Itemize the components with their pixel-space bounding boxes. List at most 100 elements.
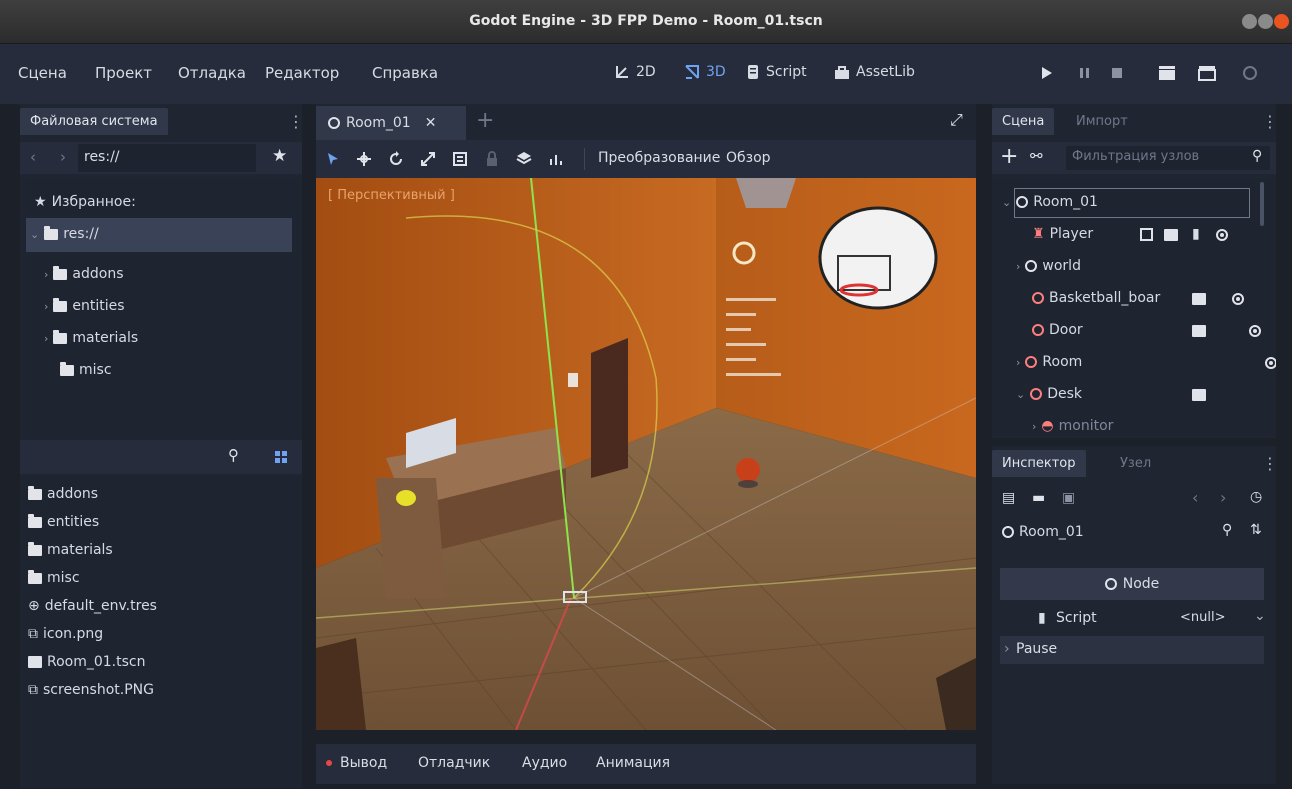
visibility-eye-icon[interactable]: [1265, 357, 1276, 369]
file-item-default-env[interactable]: ⊕ default_env.tres: [28, 598, 157, 614]
mode-assetlib-button[interactable]: AssetLib: [834, 64, 915, 80]
expand-arrow-icon: ›: [44, 299, 49, 313]
property-search-icon[interactable]: ⚲: [1222, 522, 1232, 538]
file-item-misc[interactable]: misc: [28, 569, 80, 586]
history-icon[interactable]: ◷: [1250, 489, 1262, 505]
tree-row-desk[interactable]: ⌄ Desk: [1016, 386, 1082, 402]
file-item-icon-png[interactable]: ⧉ icon.png: [28, 626, 103, 642]
bottom-tab-output[interactable]: Вывод: [340, 755, 387, 771]
group-icon[interactable]: [516, 151, 532, 167]
visibility-eye-icon[interactable]: [1248, 325, 1261, 337]
lock-icon[interactable]: [484, 151, 500, 167]
mode-2d-button[interactable]: 2D: [614, 64, 656, 80]
open-scene-icon[interactable]: [1192, 389, 1206, 401]
tree-row-room[interactable]: › Room: [1016, 354, 1082, 370]
close-window-icon[interactable]: [1274, 14, 1289, 29]
property-script[interactable]: ▮ Script <null> ⌄: [1000, 604, 1270, 634]
filesystem-menu-icon[interactable]: ⋮: [288, 112, 304, 131]
play-icon[interactable]: [1040, 65, 1054, 81]
perspective-label[interactable]: [ Перспективный ]: [328, 188, 455, 203]
inspector-menu-icon[interactable]: ⋮: [1262, 454, 1278, 473]
rotate-tool-icon[interactable]: [388, 151, 404, 167]
open-scene-icon[interactable]: [1192, 293, 1206, 305]
menu-help[interactable]: Справка: [372, 64, 438, 82]
mode-script-button[interactable]: Script: [746, 64, 807, 80]
menu-scene[interactable]: Сцена: [18, 64, 67, 82]
bottom-tab-debugger[interactable]: Отладчик: [418, 755, 490, 771]
menu-editor[interactable]: Редактор: [265, 64, 339, 82]
tree-item-addons[interactable]: › addons: [44, 265, 124, 282]
mode-3d-button[interactable]: 3D: [684, 64, 726, 80]
minimize-icon[interactable]: [1242, 14, 1257, 29]
add-node-icon[interactable]: +: [1000, 144, 1018, 169]
tab-node[interactable]: Узел: [1120, 456, 1151, 471]
history-forward-icon[interactable]: ›: [1220, 488, 1226, 507]
file-item-entities[interactable]: entities: [28, 513, 99, 530]
play-custom-scene-icon[interactable]: [1198, 65, 1216, 81]
instance-icon[interactable]: [1140, 228, 1153, 241]
file-item-screenshot[interactable]: ⧉ screenshot.PNG: [28, 682, 154, 698]
tree-row-monitor[interactable]: › ◓ monitor: [1032, 418, 1113, 434]
tree-item-entities[interactable]: › entities: [44, 297, 125, 314]
tab-import[interactable]: Импорт: [1076, 114, 1128, 129]
tree-root-row[interactable]: ⌄ res://: [26, 218, 292, 252]
3d-viewport[interactable]: [ Перспективный ]: [316, 178, 976, 730]
scene-menu-icon[interactable]: ⋮: [1262, 112, 1278, 131]
maximize-icon[interactable]: [1258, 14, 1273, 29]
play-scene-icon[interactable]: [1158, 65, 1176, 81]
tree-item-misc[interactable]: misc: [60, 361, 112, 378]
snap-icon[interactable]: [548, 151, 564, 167]
favorites-header[interactable]: ★ Избранное:: [34, 194, 136, 210]
pause-icon[interactable]: [1078, 65, 1092, 81]
node-filter-input[interactable]: Фильтрация узлов ⚲: [1066, 146, 1270, 170]
new-resource-icon[interactable]: ▤: [1002, 490, 1015, 506]
file-item-addons[interactable]: addons: [28, 485, 98, 502]
close-tab-icon[interactable]: ✕: [425, 115, 437, 131]
favorite-star-icon[interactable]: ★: [272, 146, 287, 166]
path-input[interactable]: res://: [78, 144, 256, 172]
tree-item-materials[interactable]: › materials: [44, 329, 138, 346]
bottom-tab-audio[interactable]: Аудио: [522, 755, 567, 771]
select-tool-icon[interactable]: [326, 152, 340, 166]
bottom-tab-animation[interactable]: Анимация: [596, 755, 670, 771]
menu-project[interactable]: Проект: [95, 64, 152, 82]
search-icon[interactable]: ⚲: [228, 446, 239, 464]
object-selector[interactable]: Room_01: [1002, 524, 1084, 540]
save-icon[interactable]: ▣: [1062, 490, 1075, 506]
tab-scene[interactable]: Сцена: [992, 108, 1055, 135]
dropdown-arrow-icon[interactable]: ⌄: [1254, 608, 1266, 624]
add-tab-icon[interactable]: +: [476, 108, 494, 133]
tree-row-world[interactable]: › world: [1016, 258, 1081, 274]
tab-filesystem[interactable]: Файловая система: [20, 108, 168, 135]
tree-row-door[interactable]: Door: [1032, 322, 1083, 338]
visibility-eye-icon[interactable]: [1216, 229, 1228, 241]
open-scene-icon[interactable]: [1164, 229, 1178, 241]
remote-debug-icon[interactable]: [1242, 65, 1258, 81]
visibility-eye-icon[interactable]: [1232, 293, 1245, 305]
grid-view-icon[interactable]: [274, 450, 288, 464]
object-properties-icon[interactable]: ⇅: [1250, 522, 1262, 538]
view-menu[interactable]: Обзор: [726, 150, 771, 166]
file-item-room01[interactable]: Room_01.tscn: [28, 654, 146, 670]
list-select-icon[interactable]: [452, 151, 468, 167]
tree-scrollbar[interactable]: [1260, 182, 1264, 226]
menu-debug[interactable]: Отладка: [178, 64, 246, 82]
property-section-pause[interactable]: › Pause: [1000, 636, 1264, 664]
tab-room01[interactable]: Room_01 ✕: [316, 106, 466, 140]
open-scene-icon[interactable]: [1192, 325, 1206, 337]
open-folder-icon[interactable]: ▬: [1032, 490, 1045, 506]
tree-row-player[interactable]: ♜ Player: [1032, 226, 1093, 242]
tab-inspector[interactable]: Инспектор: [992, 450, 1086, 477]
distraction-free-icon[interactable]: ⤢: [950, 110, 963, 130]
forward-icon[interactable]: ›: [60, 148, 66, 166]
tree-row-basketball[interactable]: Basketball_boar: [1032, 290, 1160, 306]
script-attached-icon[interactable]: ▮: [1192, 226, 1200, 242]
link-icon[interactable]: ⚯: [1030, 147, 1043, 165]
history-back-icon[interactable]: ‹: [1192, 488, 1198, 507]
stop-icon[interactable]: [1110, 65, 1124, 81]
transform-menu[interactable]: Преобразование: [598, 150, 720, 166]
back-icon[interactable]: ‹: [30, 148, 36, 166]
scale-tool-icon[interactable]: [420, 151, 436, 167]
file-item-materials[interactable]: materials: [28, 541, 113, 558]
move-tool-icon[interactable]: [356, 151, 372, 167]
